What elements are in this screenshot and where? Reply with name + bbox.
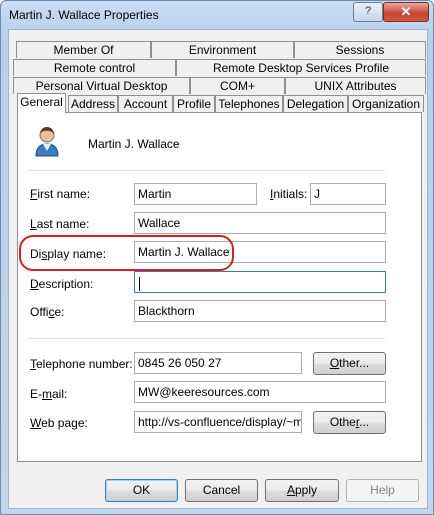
properties-window: Martin J. Wallace Properties ? ✕ Member … [0,0,434,515]
window-title: Martin J. Wallace Properties [9,8,159,22]
email-label: E-mail: [30,387,68,401]
initials-input[interactable]: J [310,183,386,205]
tab-row-4: General Address Account Profile Telephon… [13,93,426,113]
other-telephone-button[interactable]: Other... [313,352,386,375]
initials-label: Initials: [270,187,308,201]
office-label: Office: [30,305,65,319]
tab-organization[interactable]: Organization [348,95,424,112]
email-input[interactable]: MW@keeresources.com [134,381,386,403]
cancel-button[interactable]: Cancel [185,479,258,502]
description-input[interactable] [134,271,386,293]
display-name-label: Display name: [30,247,107,261]
display-name-input[interactable]: Martin J. Wallace [134,241,386,263]
office-input[interactable]: Blackthorn [134,300,386,322]
tab-row-3: Personal Virtual Desktop COM+ UNIX Attri… [13,77,426,94]
tab-personal-virtual-desktop[interactable]: Personal Virtual Desktop [13,77,190,94]
separator-top [29,170,385,171]
help-title-button[interactable]: ? [353,2,383,22]
other-webpage-button[interactable]: Other... [313,411,386,434]
title-bar[interactable]: Martin J. Wallace Properties ? ✕ [1,1,433,29]
tab-unix-attributes[interactable]: UNIX Attributes [285,77,426,94]
apply-button[interactable]: Apply [265,479,339,502]
tab-telephones[interactable]: Telephones [215,95,283,112]
user-display-heading: Martin J. Wallace [88,137,180,151]
webpage-input[interactable]: http://vs-confluence/display/~mw [134,411,302,433]
tab-account[interactable]: Account [118,95,173,112]
help-icon: ? [364,5,372,17]
first-name-label: First name: [30,187,91,201]
webpage-label: Web page: [30,416,88,430]
description-label: Description: [30,277,94,291]
first-name-input[interactable]: Martin [134,183,257,205]
last-name-input[interactable]: Wallace [134,212,386,234]
text-caret [139,277,140,291]
help-button[interactable]: Help [346,479,419,502]
tab-profile[interactable]: Profile [173,95,215,112]
user-icon [35,127,59,157]
tab-member-of[interactable]: Member Of [16,41,151,58]
telephone-input[interactable]: 0845 26 050 27 [134,352,302,374]
tab-address[interactable]: Address [68,95,118,112]
tab-remote-control[interactable]: Remote control [13,59,176,76]
close-button[interactable]: ✕ [383,2,429,22]
tab-remote-desktop-profile[interactable]: Remote Desktop Services Profile [176,59,426,76]
close-icon: ✕ [400,4,412,19]
tab-sessions[interactable]: Sessions [294,41,426,58]
tab-row-1: Member Of Environment Sessions [16,41,426,58]
ok-button[interactable]: OK [105,479,178,502]
tab-environment[interactable]: Environment [151,41,294,58]
tab-com-plus[interactable]: COM+ [190,77,285,94]
separator-bottom [29,338,385,339]
tab-general[interactable]: General [17,93,66,113]
tab-row-2: Remote control Remote Desktop Services P… [13,59,426,76]
tab-delegation[interactable]: Delegation [283,95,348,112]
telephone-label: Telephone number: [30,357,133,371]
last-name-label: Last name: [30,217,90,231]
